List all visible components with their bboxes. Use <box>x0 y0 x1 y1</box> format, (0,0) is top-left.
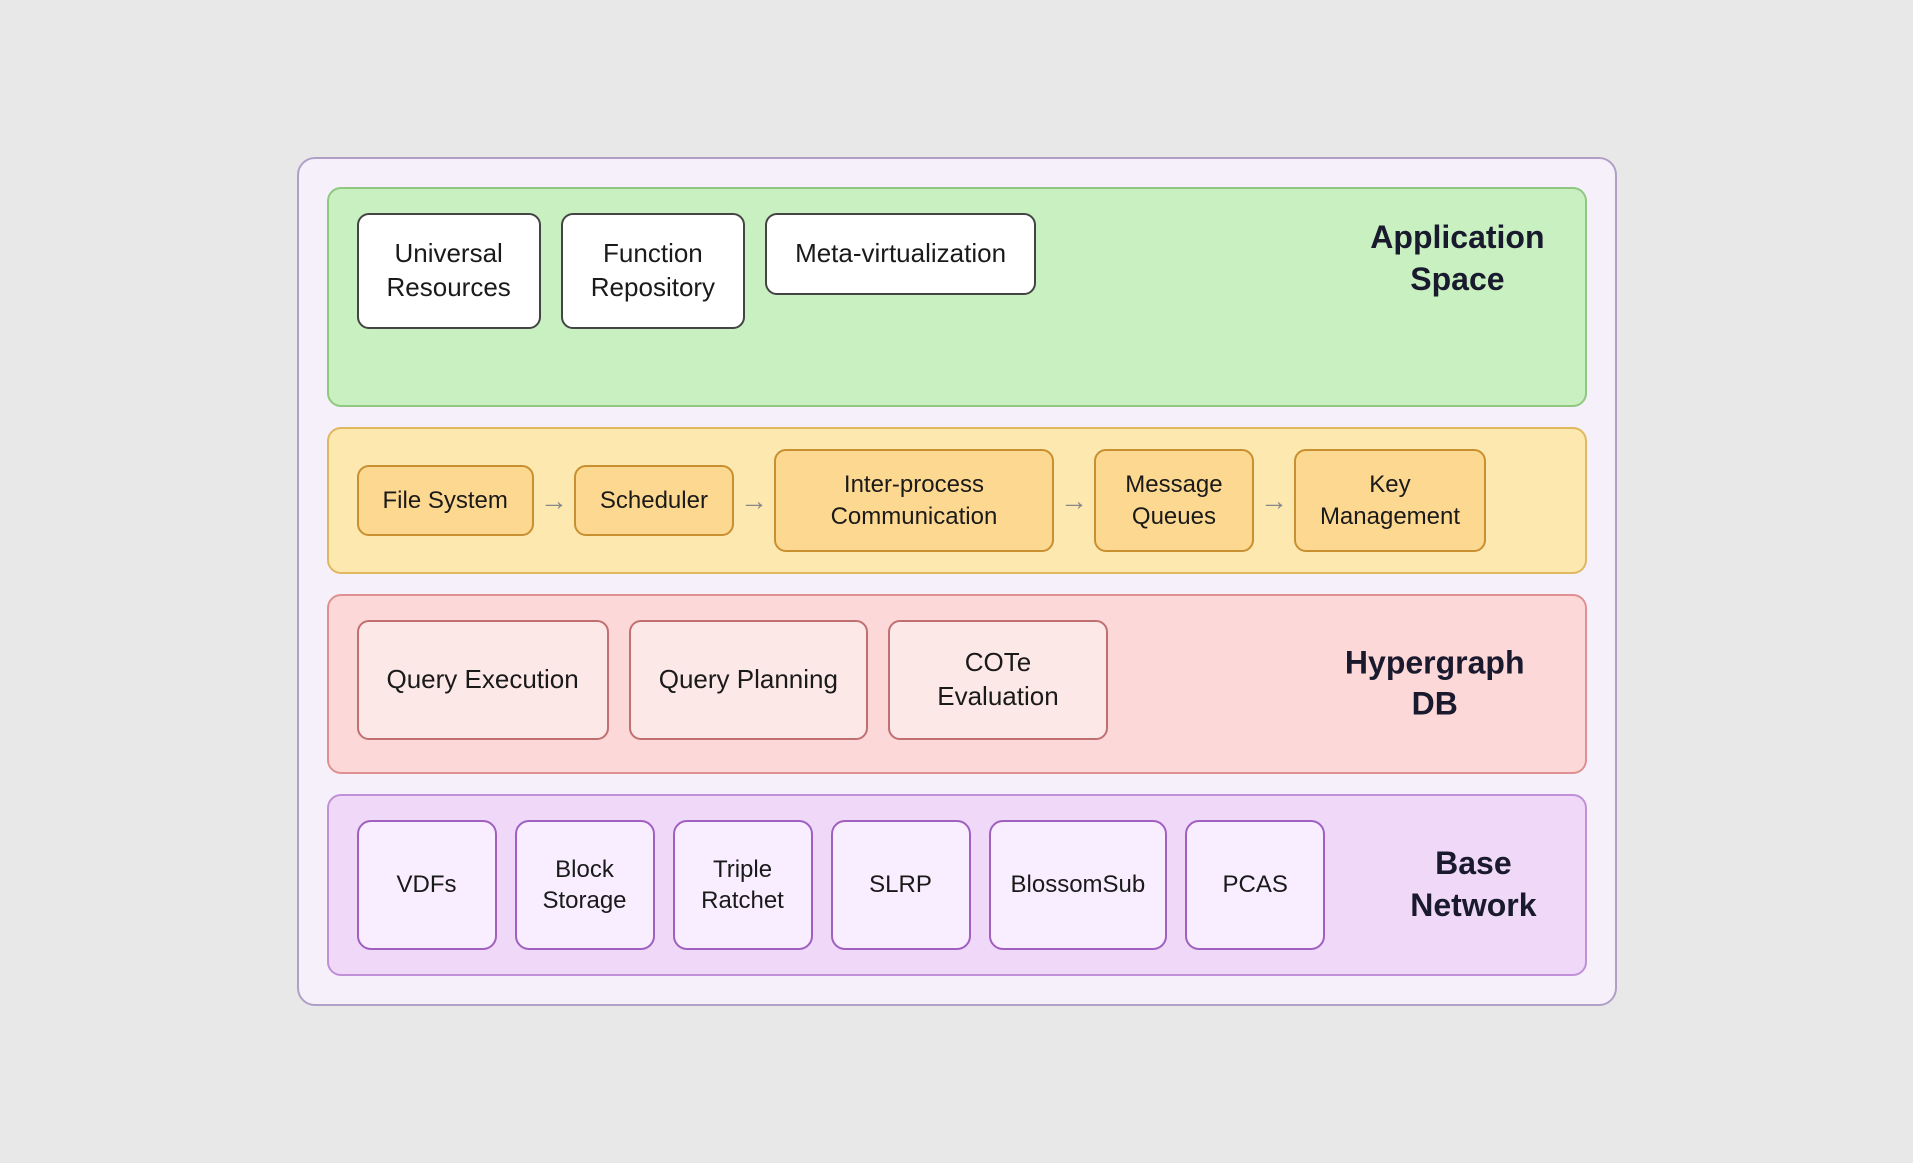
universal-resources-box: UniversalResources <box>357 213 541 329</box>
meta-virtualization-box: Meta-virtualization <box>765 213 1036 295</box>
function-repository-box: FunctionRepository <box>561 213 745 329</box>
triple-ratchet-box: TripleRatchet <box>673 820 813 950</box>
scheduler-box: Scheduler <box>574 465 734 536</box>
base-network-label: BaseNetwork <box>1410 843 1556 926</box>
arrow-1: → <box>534 485 574 517</box>
file-system-box: File System <box>357 465 534 536</box>
vdfs-box: VDFs <box>357 820 497 950</box>
app-space-section: ApplicationSpace UniversalResources Func… <box>327 187 1587 407</box>
message-queues-box: MessageQueues <box>1094 449 1254 551</box>
query-planning-box: Query Planning <box>629 620 868 740</box>
arrow-4: → <box>1254 485 1294 517</box>
hypergraph-label: HypergraphDB <box>1345 642 1525 725</box>
arrow-2: → <box>734 485 774 517</box>
pcas-box: PCAS <box>1185 820 1325 950</box>
query-execution-box: Query Execution <box>357 620 609 740</box>
cote-evaluation-box: COTeEvaluation <box>888 620 1108 740</box>
os-layer-section: File System → Scheduler → Inter-processC… <box>327 427 1587 573</box>
base-network-section: VDFs BlockStorage TripleRatchet SLRP Blo… <box>327 794 1587 976</box>
architecture-diagram: ApplicationSpace UniversalResources Func… <box>297 157 1617 1005</box>
block-storage-box: BlockStorage <box>515 820 655 950</box>
arrow-3: → <box>1054 485 1094 517</box>
key-management-box: KeyManagement <box>1294 449 1486 551</box>
app-space-label: ApplicationSpace <box>1370 217 1544 300</box>
hypergraph-section: HypergraphDB Query Execution Query Plann… <box>327 594 1587 774</box>
ipc-box: Inter-processCommunication <box>774 449 1054 551</box>
slrp-box: SLRP <box>831 820 971 950</box>
blossomsub-box: BlossomSub <box>989 820 1168 950</box>
